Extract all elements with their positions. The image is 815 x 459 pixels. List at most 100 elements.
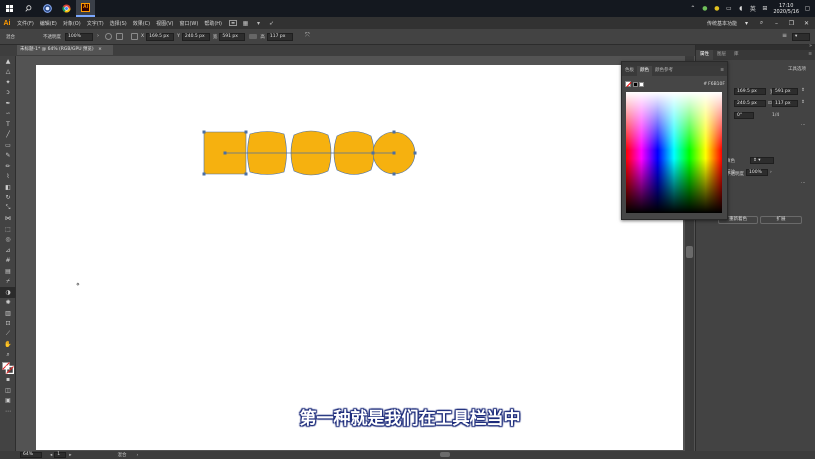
panel-menu-icon[interactable]: ≡ xyxy=(717,66,727,76)
volume-icon[interactable]: ◖ xyxy=(737,5,744,12)
selection-tool-icon[interactable]: ▲ xyxy=(0,56,16,67)
shape-builder-tool-icon[interactable]: ◎ xyxy=(0,235,16,246)
artboard-next-icon[interactable]: ▸ xyxy=(69,453,71,458)
artboard-prev-icon[interactable]: ◂ xyxy=(50,453,52,458)
align-to-icon[interactable] xyxy=(116,33,123,40)
menu-window[interactable]: 窗口(W) xyxy=(176,20,201,27)
w-stepper-icon[interactable]: ⇕ xyxy=(801,88,805,93)
fill-dropdown[interactable]: ⇕ ▾ xyxy=(750,157,774,164)
column-graph-tool-icon[interactable]: ▥ xyxy=(0,308,16,319)
scale-tool-icon[interactable]: ⤡ xyxy=(0,203,16,214)
menu-help[interactable]: 帮助(H) xyxy=(201,20,225,27)
anchor-point[interactable] xyxy=(244,130,248,134)
drawing-mode-icon[interactable]: ◫ xyxy=(0,385,16,396)
document-tab[interactable]: 未标题-1* @ 64% (RGB/GPU 预览) × xyxy=(17,45,113,55)
more-options-icon[interactable]: ⋯ xyxy=(801,123,806,128)
anchor-point[interactable] xyxy=(413,151,417,155)
tool-options-title[interactable]: 工具选项 xyxy=(788,66,806,72)
status-arrow-icon[interactable]: › xyxy=(137,453,139,458)
paintbrush-tool-icon[interactable]: ✎ xyxy=(0,151,16,162)
arrange-documents-icon[interactable]: ▦ xyxy=(241,19,250,27)
x-field[interactable]: 169.5 px xyxy=(146,32,175,41)
blend-artwork[interactable] xyxy=(36,65,683,450)
workspace-dropdown-icon[interactable]: ▾ xyxy=(741,19,752,28)
hand-tool-icon[interactable]: ✋ xyxy=(0,340,16,351)
eyedropper-tool-icon[interactable]: ⌿ xyxy=(0,277,16,288)
free-transform-tool-icon[interactable]: ⬚ xyxy=(0,224,16,235)
symbol-sprayer-tool-icon[interactable]: ✺ xyxy=(0,298,16,309)
system-clock[interactable]: 17:10 2020/5/16 xyxy=(773,3,799,15)
anchor-point[interactable] xyxy=(202,130,206,134)
gradient-tool-icon[interactable]: ▤ xyxy=(0,266,16,277)
network-icon[interactable]: ▭ xyxy=(725,5,732,12)
color-mode-icon[interactable]: ▪ xyxy=(0,375,16,386)
illustrator-app-icon[interactable]: Ai xyxy=(76,0,95,17)
curvature-tool-icon[interactable]: ∽ xyxy=(0,109,16,120)
properties-x-field[interactable]: 169.5 px xyxy=(734,88,766,95)
perspective-grid-tool-icon[interactable]: ⊿ xyxy=(0,245,16,256)
y-field[interactable]: 240.5 px xyxy=(181,32,210,41)
slice-tool-icon[interactable]: ⟋ xyxy=(0,329,16,340)
tab-libraries[interactable]: 库 xyxy=(730,50,743,60)
shield-icon[interactable]: ● xyxy=(701,5,708,12)
opacity-field[interactable]: 100% xyxy=(65,32,93,41)
search-help-icon[interactable]: ⌕ xyxy=(756,19,767,28)
close-tab-icon[interactable]: × xyxy=(98,47,102,52)
chrome-icon[interactable] xyxy=(57,0,76,17)
tab-swatches[interactable]: 色板 xyxy=(622,66,637,76)
opacity-dropdown-icon[interactable]: › xyxy=(770,170,772,175)
tab-properties[interactable]: 属性 xyxy=(696,50,713,60)
search-icon[interactable] xyxy=(19,0,38,17)
ime-indicator[interactable]: 英 xyxy=(749,5,756,13)
menu-view[interactable]: 视图(V) xyxy=(153,20,176,27)
artboard-number-field[interactable]: 1 xyxy=(54,452,67,458)
chevron-up-icon[interactable]: ⌃ xyxy=(689,5,696,12)
properties-opacity-field[interactable]: 100% xyxy=(746,169,768,176)
anchor-point[interactable] xyxy=(392,172,396,176)
menu-select[interactable]: 选择(S) xyxy=(107,20,130,27)
anchor-point[interactable] xyxy=(392,130,396,134)
horizontal-scrollbar-thumb[interactable] xyxy=(440,452,450,457)
mesh-tool-icon[interactable]: # xyxy=(0,256,16,267)
fill-stroke-swatch[interactable] xyxy=(0,361,16,375)
app-tray-icon[interactable]: ● xyxy=(713,5,720,12)
properties-w-field[interactable]: 591 px xyxy=(772,88,798,95)
lasso-tool-icon[interactable]: ↄ xyxy=(0,88,16,99)
menu-type[interactable]: 文字(T) xyxy=(84,20,107,27)
shaper-tool-icon[interactable]: ⌇ xyxy=(0,172,16,183)
appearance-more-icon[interactable]: ⋯ xyxy=(801,181,806,186)
opacity-dropdown-icon[interactable]: › xyxy=(97,33,101,40)
properties-y-field[interactable]: 240.5 px xyxy=(734,100,766,107)
workspace-switcher[interactable]: 传统基本功能 xyxy=(707,20,737,27)
menu-object[interactable]: 对象(O) xyxy=(60,20,84,27)
zoom-field[interactable]: 64% xyxy=(20,452,42,458)
panel-menu-icon[interactable]: ≡ xyxy=(804,50,815,60)
anchor-point[interactable] xyxy=(202,172,206,176)
bridge-icon[interactable]: ▬ xyxy=(229,20,237,26)
properties-h-field[interactable]: 117 px xyxy=(772,100,798,107)
properties-angle-field[interactable]: 0° xyxy=(734,112,754,119)
transform-options-icon[interactable]: ⤧ xyxy=(305,33,312,40)
magic-wand-tool-icon[interactable]: ✦ xyxy=(0,77,16,88)
black-swatch[interactable] xyxy=(633,81,638,87)
minimize-icon[interactable]: – xyxy=(771,19,782,28)
menu-file[interactable]: 文件(F) xyxy=(14,20,37,27)
constrain-proportions-icon[interactable] xyxy=(249,34,258,39)
control-dropdown[interactable]: ▾ xyxy=(792,32,810,41)
artboard[interactable]: ⋄ xyxy=(36,65,683,450)
menu-effect[interactable]: 效果(C) xyxy=(130,20,153,27)
dropdown-icon[interactable]: ▾ xyxy=(254,19,263,27)
pencil-tool-icon[interactable]: ✏ xyxy=(0,161,16,172)
anchor-point[interactable] xyxy=(223,151,227,155)
transform-reference-icon[interactable] xyxy=(131,33,138,40)
width-field[interactable]: 591 px xyxy=(219,32,246,41)
width-tool-icon[interactable]: ⋈ xyxy=(0,214,16,225)
tab-color[interactable]: 颜色 xyxy=(637,66,652,76)
hex-value-field[interactable]: F6B10F xyxy=(708,82,725,87)
anchor-point[interactable] xyxy=(371,151,375,155)
height-field[interactable]: 117 px xyxy=(266,32,293,41)
rotate-tool-icon[interactable]: ↻ xyxy=(0,193,16,204)
edit-toolbar-icon[interactable]: ⋯ xyxy=(0,406,16,417)
pen-tool-icon[interactable]: ✒ xyxy=(0,98,16,109)
color-spectrum[interactable] xyxy=(626,92,722,213)
